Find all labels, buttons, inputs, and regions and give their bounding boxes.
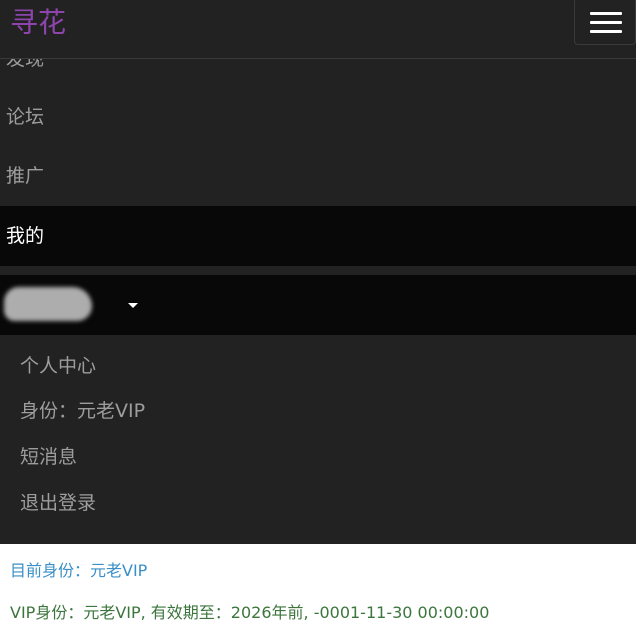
dropdown-item-logout[interactable]: 退出登录	[20, 488, 96, 518]
dropdown-item-identity[interactable]: 身份：元老VIP	[20, 396, 145, 426]
nav-item-discover[interactable]: 发现	[0, 59, 636, 89]
nav-menu: 发现 论坛 推广 我的 个人中心 身份：元老VIP 短消息 退出登录	[0, 59, 636, 544]
user-dropdown-toggle[interactable]	[0, 275, 636, 335]
current-identity-text: 目前身份：元老VIP	[10, 561, 148, 580]
brand-logo[interactable]: 寻花	[10, 3, 66, 43]
hamburger-icon	[590, 30, 622, 33]
dropdown-item-messages[interactable]: 短消息	[20, 442, 77, 472]
hamburger-icon	[590, 12, 622, 15]
menu-toggle-button[interactable]	[574, 0, 636, 45]
caret-down-icon	[128, 303, 138, 308]
hamburger-icon	[590, 21, 622, 24]
dropdown-item-personal-center[interactable]: 个人中心	[20, 351, 96, 381]
nav-item-mine[interactable]: 我的	[0, 206, 636, 266]
navbar: 寻花 发现 论坛 推广 我的 个人中心 身份：元老VIP 短消息 退出登录	[0, 0, 636, 544]
redacted-username	[4, 287, 92, 321]
nav-item-promote[interactable]: 推广	[0, 146, 636, 206]
vip-info-text: VIP身份：元老VIP, 有效期至：2026年前, -0001-11-30 00…	[10, 603, 490, 622]
nav-item-forum[interactable]: 论坛	[0, 87, 636, 147]
